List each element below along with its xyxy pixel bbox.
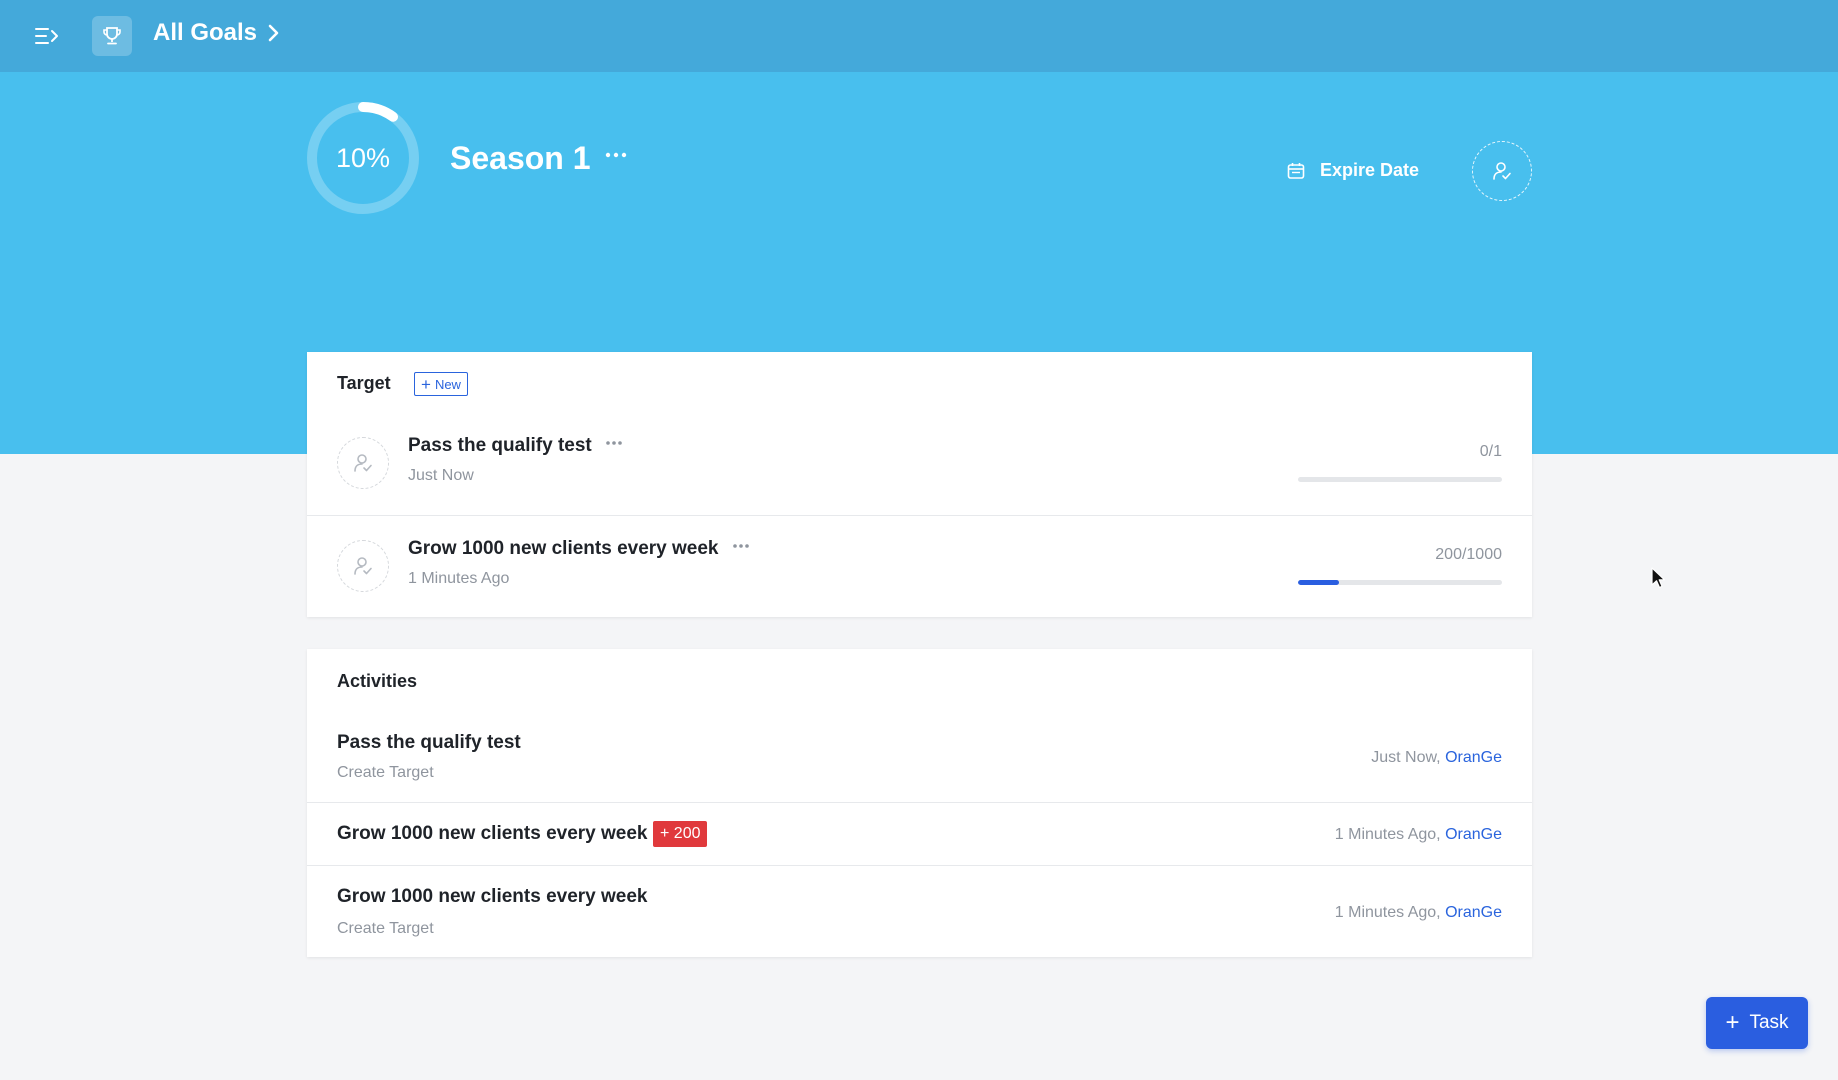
activity-row: Grow 1000 new clients every week Create …	[307, 865, 1532, 958]
target-title: Target	[337, 373, 391, 393]
target-count: 0/1	[1479, 443, 1502, 460]
target-count: 200/1000	[1435, 546, 1502, 563]
target-progress-bar	[1298, 580, 1502, 585]
mouse-cursor-icon	[1651, 567, 1666, 589]
activity-sub: Create Target	[337, 764, 434, 781]
activity-time: 1 Minutes Ago,	[1334, 904, 1446, 921]
target-time: Just Now	[408, 467, 474, 484]
breadcrumb-label: All Goals	[153, 19, 258, 46]
breadcrumb-all-goals[interactable]: All Goals	[153, 19, 281, 47]
activity-name: Pass the qualify test	[337, 732, 521, 753]
goal-title: Season 1	[450, 140, 591, 176]
assign-user-icon[interactable]	[337, 437, 389, 489]
menu-collapse-icon[interactable]	[32, 22, 62, 50]
activity-time: Just Now,	[1371, 749, 1446, 766]
more-icon[interactable]	[605, 146, 627, 164]
activity-badge: + 200	[653, 821, 708, 847]
expire-date-button[interactable]: Expire Date	[1286, 160, 1419, 181]
target-row[interactable]: Grow 1000 new clients every week 1 Minut…	[307, 515, 1532, 618]
activity-meta: 1 Minutes Ago, OranGe	[1335, 826, 1502, 844]
chevron-right-icon	[268, 24, 279, 42]
calendar-icon	[1287, 162, 1305, 179]
goal-progress-label: 10%	[335, 142, 391, 173]
plus-icon: +	[421, 374, 431, 394]
activity-user-link[interactable]: OranGe	[1445, 749, 1502, 766]
more-icon[interactable]	[732, 533, 750, 554]
target-row[interactable]: Pass the qualify test Just Now 0/1	[307, 413, 1532, 515]
activity-name: Grow 1000 new clients every week	[337, 823, 648, 844]
target-name: Pass the qualify test	[408, 435, 623, 457]
plus-icon: +	[1725, 1009, 1740, 1036]
trophy-icon	[92, 16, 132, 56]
activity-row: Pass the qualify test Create Target Just…	[307, 719, 1532, 813]
activity-row: Grow 1000 new clients every week + 200 1…	[307, 802, 1532, 866]
activity-time: 1 Minutes Ago,	[1334, 826, 1446, 843]
activity-sub: Create Target	[337, 920, 434, 937]
target-time: 1 Minutes Ago	[408, 570, 510, 587]
expire-date-label: Expire Date	[1320, 160, 1420, 180]
activity-user-link[interactable]: OranGe	[1445, 826, 1502, 843]
activities-title: Activities	[337, 671, 418, 691]
activity-name: Grow 1000 new clients every week	[337, 886, 648, 907]
assign-user-icon[interactable]	[1472, 141, 1532, 201]
more-icon[interactable]	[605, 430, 623, 451]
target-progress-bar	[1298, 477, 1502, 482]
target-name: Grow 1000 new clients every week	[408, 538, 750, 560]
new-target-button[interactable]: + New	[414, 372, 468, 396]
add-task-button[interactable]: + Task	[1706, 997, 1808, 1049]
activity-user-link[interactable]: OranGe	[1445, 904, 1502, 921]
new-target-label: New	[434, 376, 461, 392]
activity-meta: Just Now, OranGe	[1371, 749, 1502, 767]
assign-user-icon[interactable]	[337, 540, 389, 592]
target-card: Target + New Pass the qualify test Just …	[307, 352, 1532, 617]
activity-meta: 1 Minutes Ago, OranGe	[1335, 904, 1502, 922]
add-task-label: Task	[1749, 1012, 1789, 1033]
top-bar: All Goals	[0, 0, 1838, 72]
activities-card: Activities Pass the qualify test Create …	[307, 649, 1532, 957]
